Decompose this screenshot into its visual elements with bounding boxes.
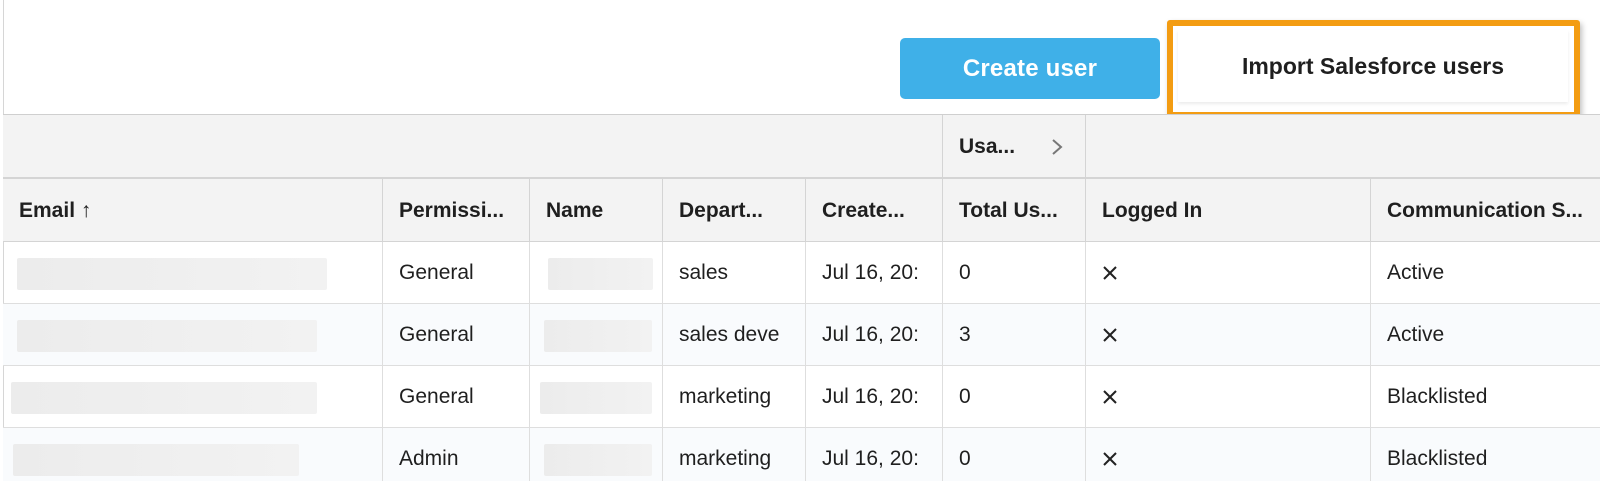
- column-header-label: Email ↑: [19, 198, 92, 222]
- column-header-department[interactable]: Depart...: [663, 179, 806, 242]
- created-cell: Jul 16, 20:: [806, 428, 943, 481]
- column-header-label: Depart...: [679, 198, 764, 222]
- chevron-right-icon[interactable]: [1047, 135, 1067, 159]
- permission-cell: General: [383, 242, 530, 304]
- total-usage-cell: 0: [943, 428, 1086, 481]
- total-usage-cell: 3: [943, 304, 1086, 366]
- communication-status-cell: Active: [1387, 261, 1445, 284]
- communication-status-cell: Active: [1387, 323, 1445, 346]
- x-icon: [1103, 452, 1117, 466]
- x-icon: [1103, 266, 1117, 280]
- department-cell: marketing: [663, 428, 806, 481]
- table-row[interactable]: General sales Jul 16, 20: 0 Active: [3, 242, 1600, 304]
- column-header-name[interactable]: Name: [530, 179, 663, 242]
- create-user-button[interactable]: Create user: [900, 38, 1160, 99]
- column-header-label: Communication S...: [1387, 198, 1584, 222]
- column-header-label: Name: [546, 198, 604, 222]
- group-cell-empty: [3, 115, 943, 179]
- department-cell: sales deve: [663, 304, 806, 366]
- column-header-communication-status[interactable]: Communication S...: [1371, 179, 1600, 242]
- permission-cell: General: [383, 304, 530, 366]
- redacted-email: [17, 320, 317, 352]
- redacted-name: [540, 382, 652, 414]
- redacted-email: [13, 444, 299, 476]
- permission-cell: General: [383, 366, 530, 428]
- created-cell: Jul 16, 20:: [806, 366, 943, 428]
- email-cell: [3, 242, 383, 304]
- redacted-email: [11, 382, 317, 414]
- column-header-row: Email ↑ Permissi... Name Depart... Creat…: [3, 179, 1600, 242]
- column-header-label: Permissi...: [399, 198, 505, 222]
- created-cell: Jul 16, 20:: [806, 304, 943, 366]
- total-usage-cell: 0: [943, 242, 1086, 304]
- logged-in-cell: [1086, 304, 1371, 366]
- column-header-total-usage[interactable]: Total Us...: [943, 179, 1086, 242]
- communication-status-cell: Blacklisted: [1387, 447, 1488, 470]
- email-cell: [3, 428, 383, 481]
- table-row[interactable]: General sales deve Jul 16, 20: 3 Active: [3, 304, 1600, 366]
- group-cell-usage[interactable]: Usa...: [943, 115, 1086, 179]
- redacted-email: [17, 258, 327, 290]
- name-cell: [530, 366, 663, 428]
- users-table: Usa... Email ↑ Permissi... Name Depart..…: [3, 114, 1600, 481]
- column-group-row: Usa...: [3, 115, 1600, 179]
- toolbar: Create user Import Salesforce users: [0, 0, 1600, 118]
- usage-group-label: Usa...: [959, 135, 1016, 158]
- communication-status-cell: Blacklisted: [1387, 385, 1488, 408]
- name-cell: [530, 304, 663, 366]
- logged-in-cell: [1086, 242, 1371, 304]
- name-cell: [530, 428, 663, 481]
- x-icon: [1103, 390, 1117, 404]
- email-cell: [3, 366, 383, 428]
- redacted-name: [544, 444, 652, 476]
- department-cell: marketing: [663, 366, 806, 428]
- column-header-created[interactable]: Create...: [806, 179, 943, 242]
- total-usage-cell: 0: [943, 366, 1086, 428]
- redacted-name: [548, 258, 653, 290]
- column-header-email[interactable]: Email ↑: [3, 179, 383, 242]
- import-salesforce-users-button[interactable]: Import Salesforce users: [1178, 30, 1568, 102]
- column-header-label: Create...: [822, 198, 905, 222]
- group-cell-rest: [1086, 115, 1600, 179]
- department-cell: sales: [663, 242, 806, 304]
- column-header-logged-in[interactable]: Logged In: [1086, 179, 1371, 242]
- email-cell: [3, 304, 383, 366]
- x-icon: [1103, 328, 1117, 342]
- column-header-label: Logged In: [1102, 198, 1203, 222]
- column-header-label: Total Us...: [959, 198, 1058, 222]
- table-row[interactable]: General marketing Jul 16, 20: 0 Blacklis…: [3, 366, 1600, 428]
- logged-in-cell: [1086, 428, 1371, 481]
- created-cell: Jul 16, 20:: [806, 242, 943, 304]
- permission-cell: Admin: [383, 428, 530, 481]
- column-header-permission[interactable]: Permissi...: [383, 179, 530, 242]
- redacted-name: [544, 320, 652, 352]
- name-cell: [530, 242, 663, 304]
- table-row[interactable]: Admin marketing Jul 16, 20: 0 Blackliste…: [3, 428, 1600, 481]
- logged-in-cell: [1086, 366, 1371, 428]
